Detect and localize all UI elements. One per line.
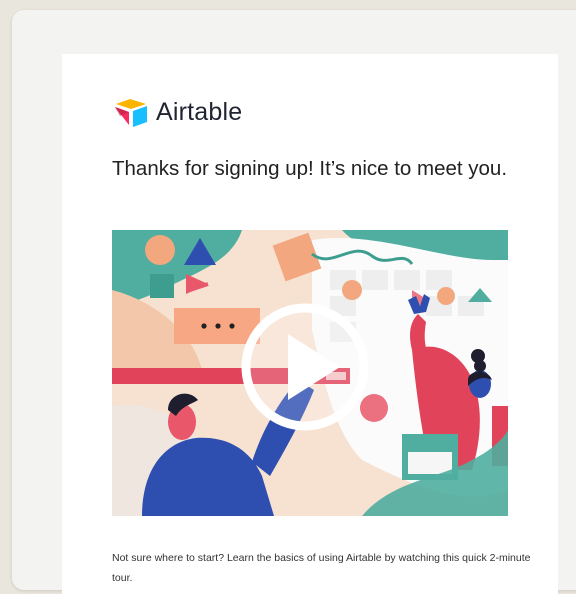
email-frame: Airtable Thanks for signing up! It’s nic… — [12, 10, 576, 594]
headline: Thanks for signing up! It’s nice to meet… — [112, 157, 508, 180]
email-card: Airtable Thanks for signing up! It’s nic… — [62, 54, 558, 594]
airtable-logo-icon — [115, 99, 147, 127]
tour-caption: Not sure where to start? Learn the basic… — [112, 552, 531, 584]
brand-name: Airtable — [156, 97, 243, 126]
airtable-logo[interactable]: Airtable — [112, 96, 242, 128]
tour-video[interactable] — [112, 230, 508, 516]
play-icon[interactable] — [238, 300, 372, 434]
